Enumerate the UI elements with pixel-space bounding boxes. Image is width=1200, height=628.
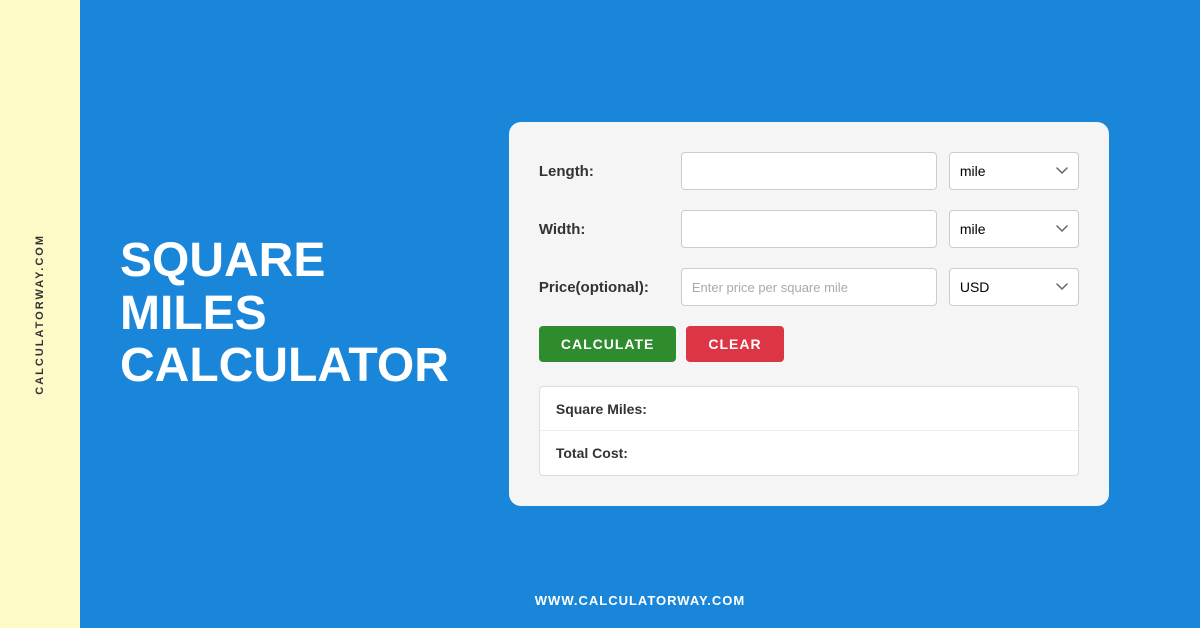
price-label: Price(optional):	[539, 279, 669, 296]
main-content: SQUARE MILES CALCULATOR Length: mile km …	[80, 0, 1200, 628]
left-stripe: CALCULATORWAY.COM	[0, 0, 80, 628]
page-title: SQUARE MILES CALCULATOR	[120, 235, 449, 393]
buttons-row: CALCULATE CLEAR	[539, 326, 1079, 362]
results-section: Square Miles: Total Cost:	[539, 386, 1079, 476]
length-label: Length:	[539, 163, 669, 180]
footer-url: WWW.CALCULATORWAY.COM	[535, 593, 745, 608]
width-input[interactable]	[681, 210, 937, 248]
length-input[interactable]	[681, 152, 937, 190]
total-cost-result-row: Total Cost:	[540, 431, 1078, 475]
calculate-button[interactable]: CALCULATE	[539, 326, 677, 362]
square-miles-result-row: Square Miles:	[540, 387, 1078, 431]
price-row: Price(optional): USD EUR GBP	[539, 268, 1079, 306]
length-row: Length: mile km yard feet inch	[539, 152, 1079, 190]
title-section: SQUARE MILES CALCULATOR	[120, 235, 449, 393]
width-unit-select[interactable]: mile km yard feet inch	[949, 210, 1079, 248]
price-input[interactable]	[681, 268, 937, 306]
brand-text: CALCULATORWAY.COM	[34, 234, 46, 395]
length-unit-select[interactable]: mile km yard feet inch	[949, 152, 1079, 190]
total-cost-label: Total Cost:	[556, 445, 716, 461]
calculator-card: Length: mile km yard feet inch Width: mi…	[509, 122, 1109, 506]
square-miles-label: Square Miles:	[556, 401, 716, 417]
width-row: Width: mile km yard feet inch	[539, 210, 1079, 248]
width-label: Width:	[539, 221, 669, 238]
clear-button[interactable]: CLEAR	[686, 326, 783, 362]
currency-select[interactable]: USD EUR GBP	[949, 268, 1079, 306]
